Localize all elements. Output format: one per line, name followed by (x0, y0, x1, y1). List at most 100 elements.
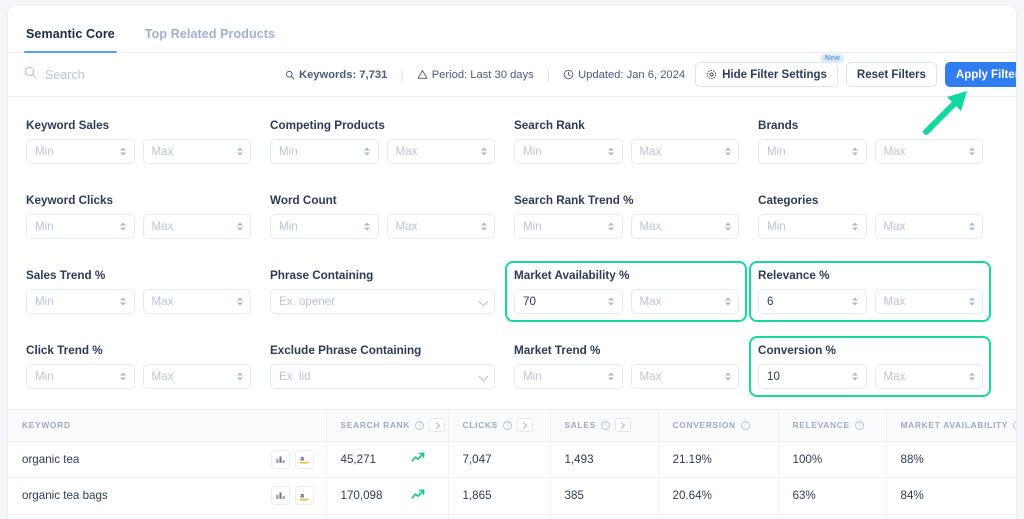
table-header: KEYWORD SEARCH RANK CLICKS SALES CONVERSION R… (8, 410, 1016, 442)
column-header-search-rank[interactable]: SEARCH RANK (326, 410, 449, 442)
meta-divider-1: | (400, 67, 404, 82)
expand-column-icon[interactable] (614, 418, 631, 433)
search-input[interactable] (45, 67, 285, 82)
trend-up-icon (410, 488, 448, 504)
column-header-conversion[interactable]: CONVERSION (658, 410, 779, 442)
filter-group-relevance: Relevance % (749, 261, 991, 322)
column-header-label: SALES (564, 420, 596, 431)
word-count-max-input[interactable] (386, 214, 495, 239)
trend-up-icon (410, 451, 448, 467)
reset-filters-button[interactable]: Reset Filters (845, 62, 937, 87)
filter-inputs (514, 289, 739, 314)
column-header-keyword[interactable]: KEYWORD (8, 410, 327, 442)
filter-row: Sales Trend % Phrase Containing Market Ava… (24, 261, 1000, 322)
number-field-max (630, 364, 739, 389)
apply-filters-button[interactable]: Apply Filters (944, 62, 1016, 87)
sales-trend-max-input[interactable] (142, 289, 251, 314)
amazon-icon[interactable]: a (294, 486, 314, 506)
cell-clicks: 7,047 (448, 441, 551, 478)
phrase-containing-input[interactable] (270, 289, 495, 314)
exclude-phrase-containing-input[interactable] (270, 364, 495, 389)
conversion-value: 20.64% (672, 489, 712, 503)
column-header-sales[interactable]: SALES (550, 410, 659, 442)
search-rank-trend-max-input[interactable] (630, 214, 739, 239)
search-rank-trend-min-input[interactable] (514, 214, 623, 239)
keyword-chart-icon[interactable] (270, 486, 290, 506)
search-small-icon (285, 70, 295, 79)
brands-min-input[interactable] (758, 139, 867, 164)
keywords-count: Keywords: 7,731 (285, 69, 387, 81)
filter-group-competing-products: Competing Products (261, 111, 503, 172)
period-info: Period: Last 30 days (417, 69, 534, 81)
search-rank-max-input[interactable] (630, 139, 739, 164)
info-icon[interactable] (502, 420, 512, 430)
click-trend-min-input[interactable] (26, 364, 135, 389)
sales-trend-min-input[interactable] (26, 289, 135, 314)
column-header-content: SEARCH RANK (341, 418, 446, 433)
table-row[interactable]: organic herbal teaa332,4061,05121520.46%… (8, 514, 1016, 519)
filter-group-conversion: Conversion % (749, 336, 991, 397)
relevance-max-input[interactable] (874, 289, 983, 314)
tab-semantic-core[interactable]: Semantic Core (24, 27, 117, 53)
hide-filter-settings-button[interactable]: Hide Filter Settings (695, 62, 838, 87)
brands-max-input[interactable] (874, 139, 983, 164)
cell-market-availability: 84% (886, 477, 1016, 515)
filter-group-phrase-containing: Phrase Containing (261, 261, 503, 322)
info-icon[interactable] (854, 420, 864, 430)
filter-inputs (270, 364, 495, 389)
filter-label: Sales Trend % (26, 269, 106, 282)
competing-products-max-input[interactable] (386, 139, 495, 164)
filter-row: Keyword Clicks Word Count Search Rank Tren… (24, 186, 1000, 247)
tab-top-related-products[interactable]: Top Related Products (143, 27, 277, 52)
apply-filters-label: Apply Filters (955, 68, 1016, 81)
filter-cell: Market Availability % (505, 261, 756, 322)
keyword-clicks-max-input[interactable] (142, 214, 251, 239)
number-field-min (514, 289, 623, 314)
info-icon[interactable] (1013, 420, 1016, 430)
relevance-value: 63% (792, 489, 816, 503)
amazon-icon[interactable]: a (294, 449, 314, 469)
table-row[interactable]: organic tea bags a 170,098 1,865 385 20.64% 63… (8, 477, 1016, 515)
info-icon[interactable] (740, 420, 750, 430)
search-rank-min-input[interactable] (514, 139, 623, 164)
info-icon[interactable] (415, 420, 425, 430)
column-header-clicks[interactable]: CLICKS (448, 410, 551, 442)
table-row[interactable]: organic tea a 45,271 7,047 1,493 21.19% 100% 88… (8, 441, 1016, 478)
expand-column-icon[interactable] (516, 418, 533, 433)
filter-toolbar: Keywords: 7,731 | Period: Last 30 days |… (8, 53, 1016, 97)
keyword-clicks-min-input[interactable] (26, 214, 135, 239)
market-trend-max-input[interactable] (630, 364, 739, 389)
column-header-relevance[interactable]: RELEVANCE (778, 410, 887, 442)
filter-group-exclude-phrase-containing: Exclude Phrase Containing (261, 336, 503, 397)
filter-group-keyword-sales: Keyword Sales (17, 111, 259, 172)
click-trend-max-input[interactable] (142, 364, 251, 389)
keyword-sales-max-input[interactable] (142, 139, 251, 164)
search-rank-value: 170,098 (340, 489, 383, 503)
keyword-action-icons: a (270, 486, 326, 506)
relevance-min-input[interactable] (758, 289, 867, 314)
cell-keyword: organic herbal teaa (8, 514, 327, 519)
cell-search-rank: 332,406 (326, 514, 449, 519)
filter-cell: Keyword Sales (24, 111, 268, 172)
categories-max-input[interactable] (874, 214, 983, 239)
number-field-max (874, 214, 983, 239)
conversion-min-input[interactable] (758, 364, 867, 389)
column-header-content: RELEVANCE (793, 420, 864, 430)
word-count-min-input[interactable] (270, 214, 379, 239)
filter-inputs (270, 214, 495, 239)
categories-min-input[interactable] (758, 214, 867, 239)
column-header-market-availability[interactable]: MARKET AVAILABILITY (886, 410, 1016, 442)
cell-sales: 215 (550, 514, 659, 519)
market-availability-max-input[interactable] (630, 289, 739, 314)
app-root: Semantic Core Top Related Products Searc… (0, 0, 1024, 519)
number-field-max (142, 139, 251, 164)
expand-column-icon[interactable] (429, 418, 446, 433)
competing-products-min-input[interactable] (270, 139, 379, 164)
conversion-max-input[interactable] (874, 364, 983, 389)
market-availability-min-input[interactable] (514, 289, 623, 314)
keyword-chart-icon[interactable] (270, 449, 290, 469)
market-trend-min-input[interactable] (514, 364, 623, 389)
keyword-sales-min-input[interactable] (26, 139, 135, 164)
info-icon[interactable] (600, 420, 610, 430)
filter-group-click-trend: Click Trend % (17, 336, 259, 397)
